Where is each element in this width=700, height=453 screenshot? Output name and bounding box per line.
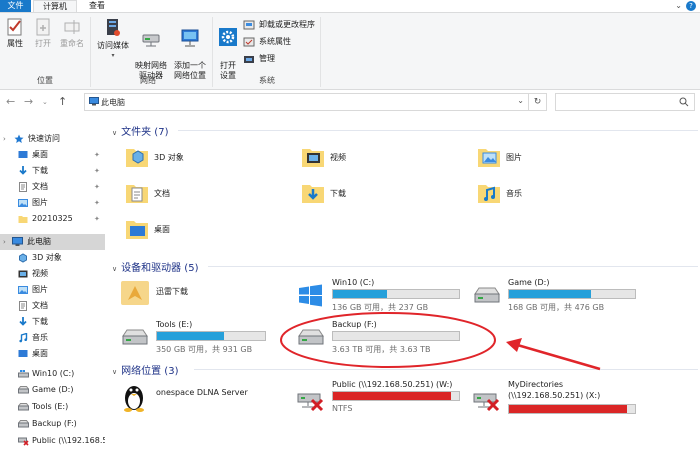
annotation-overlay xyxy=(280,312,601,371)
annotation-arrow-line xyxy=(513,342,601,371)
highlight-ellipse xyxy=(280,312,496,368)
